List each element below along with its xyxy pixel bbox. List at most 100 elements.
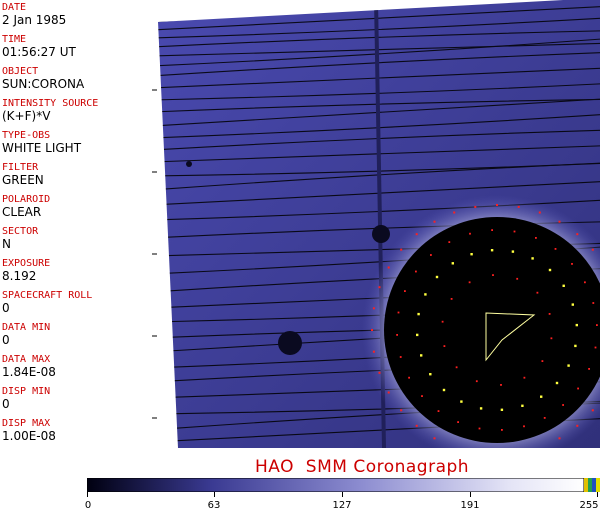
marker-dot bbox=[496, 204, 498, 206]
marker-dot bbox=[468, 281, 471, 284]
marker-dot bbox=[415, 424, 418, 427]
field-type-obs: TYPE-OBS WHITE LIGHT bbox=[2, 130, 81, 155]
marker-dot bbox=[397, 311, 400, 314]
marker-dot bbox=[536, 291, 539, 294]
marker-dot bbox=[420, 354, 423, 357]
marker-dot bbox=[567, 364, 570, 367]
marker-dot bbox=[523, 425, 525, 428]
colorbar-tick bbox=[470, 492, 471, 497]
marker-dot bbox=[548, 313, 551, 315]
marker-dot bbox=[399, 356, 402, 358]
colorbar-tick-label: 0 bbox=[84, 500, 92, 511]
dark-spot bbox=[186, 161, 192, 167]
colorbar-swatch bbox=[588, 478, 592, 492]
marker-dot bbox=[511, 250, 515, 253]
marker-dot bbox=[443, 345, 446, 347]
colorbar-tick bbox=[597, 492, 598, 497]
field-exposure: EXPOSURE 8.192 bbox=[2, 258, 50, 283]
colorbar-swatch bbox=[584, 478, 588, 492]
marker-dot bbox=[500, 384, 502, 386]
colorbar-swatch bbox=[596, 478, 600, 492]
marker-dot bbox=[500, 408, 504, 411]
field-date: DATE 2 Jan 1985 bbox=[2, 2, 66, 27]
field-disp-min: DISP MIN 0 bbox=[2, 386, 50, 411]
colorbar bbox=[87, 478, 600, 492]
marker-dot bbox=[371, 329, 373, 331]
marker-dot bbox=[433, 220, 436, 223]
marker-dot bbox=[478, 427, 481, 430]
field-disp-max: DISP MAX 1.00E-08 bbox=[2, 418, 56, 443]
field-value: WHITE LIGHT bbox=[2, 141, 82, 155]
marker-dot bbox=[442, 388, 446, 392]
field-value: CLEAR bbox=[2, 205, 42, 219]
marker-dot bbox=[577, 387, 579, 390]
marker-dot bbox=[594, 346, 597, 349]
colorbar-tick-label: 191 bbox=[460, 500, 480, 511]
marker-dot bbox=[433, 437, 436, 440]
field-value: 1.00E-08 bbox=[2, 429, 56, 443]
marker-dot bbox=[457, 421, 459, 423]
marker-dot bbox=[400, 409, 403, 412]
colorbar-gradient bbox=[87, 478, 585, 492]
colorbar-tick-label: 63 bbox=[207, 500, 221, 511]
marker-dot bbox=[571, 263, 573, 265]
marker-dot bbox=[548, 268, 552, 272]
marker-dot bbox=[596, 324, 598, 326]
field-value: 8.192 bbox=[2, 269, 37, 283]
marker-dot bbox=[441, 320, 444, 323]
field-intensity-source: INTENSITY SOURCE (K+F)*V bbox=[2, 98, 98, 123]
field-value: SUN:CORONA bbox=[2, 77, 85, 91]
marker-dot bbox=[387, 266, 390, 269]
marker-dot bbox=[591, 248, 594, 251]
dark-spot bbox=[372, 225, 390, 243]
marker-dot bbox=[372, 307, 375, 310]
field-polaroid: POLAROID CLEAR bbox=[2, 194, 50, 219]
field-value: 0 bbox=[2, 397, 10, 411]
marker-dot bbox=[516, 277, 519, 280]
marker-dot bbox=[429, 373, 432, 376]
field-label: FILTER bbox=[2, 162, 39, 173]
field-value: 1.84E-08 bbox=[2, 365, 56, 379]
field-time: TIME 01:56:27 UT bbox=[2, 34, 76, 59]
field-label: INTENSITY SOURCE bbox=[2, 98, 99, 109]
marker-dot bbox=[455, 366, 458, 369]
marker-dot bbox=[404, 290, 406, 292]
marker-dot bbox=[430, 254, 432, 256]
marker-dot bbox=[474, 205, 477, 208]
marker-dot bbox=[417, 312, 420, 316]
field-spacecraft-roll: SPACECRAFT ROLL 0 bbox=[2, 290, 92, 315]
marker-dot bbox=[576, 424, 579, 427]
marker-dot bbox=[538, 211, 541, 214]
marker-dot bbox=[558, 437, 561, 440]
marker-dot bbox=[469, 232, 471, 235]
marker-dot bbox=[450, 298, 453, 300]
marker-dot bbox=[378, 371, 381, 374]
marker-dot bbox=[460, 400, 463, 403]
field-label: DATE bbox=[2, 2, 27, 13]
marker-dot bbox=[543, 417, 546, 419]
marker-dot bbox=[451, 262, 454, 265]
field-label: DISP MAX bbox=[2, 418, 51, 429]
marker-dot bbox=[523, 376, 526, 379]
frame-caption: HAO SMM Coronagraph bbox=[255, 457, 470, 477]
field-label: DISP MIN bbox=[2, 386, 51, 397]
marker-dot bbox=[437, 410, 440, 412]
marker-dot bbox=[479, 407, 483, 410]
field-label: SECTOR bbox=[2, 226, 39, 237]
marker-dot bbox=[562, 284, 565, 287]
field-sector: SECTOR N bbox=[2, 226, 38, 251]
marker-dot bbox=[535, 237, 537, 239]
field-value: 2 Jan 1985 bbox=[2, 13, 67, 27]
marker-dot bbox=[372, 350, 375, 353]
marker-dot bbox=[531, 257, 534, 260]
field-label: POLAROID bbox=[2, 194, 51, 205]
marker-dot bbox=[576, 233, 579, 236]
marker-dot bbox=[558, 220, 561, 223]
field-value: 0 bbox=[2, 301, 10, 315]
field-label: EXPOSURE bbox=[2, 258, 51, 269]
marker-dot bbox=[540, 395, 543, 398]
marker-dot bbox=[475, 380, 478, 383]
field-value: N bbox=[2, 237, 11, 251]
field-label: SPACECRAFT ROLL bbox=[2, 290, 93, 301]
coronagraph-image bbox=[152, 0, 600, 448]
